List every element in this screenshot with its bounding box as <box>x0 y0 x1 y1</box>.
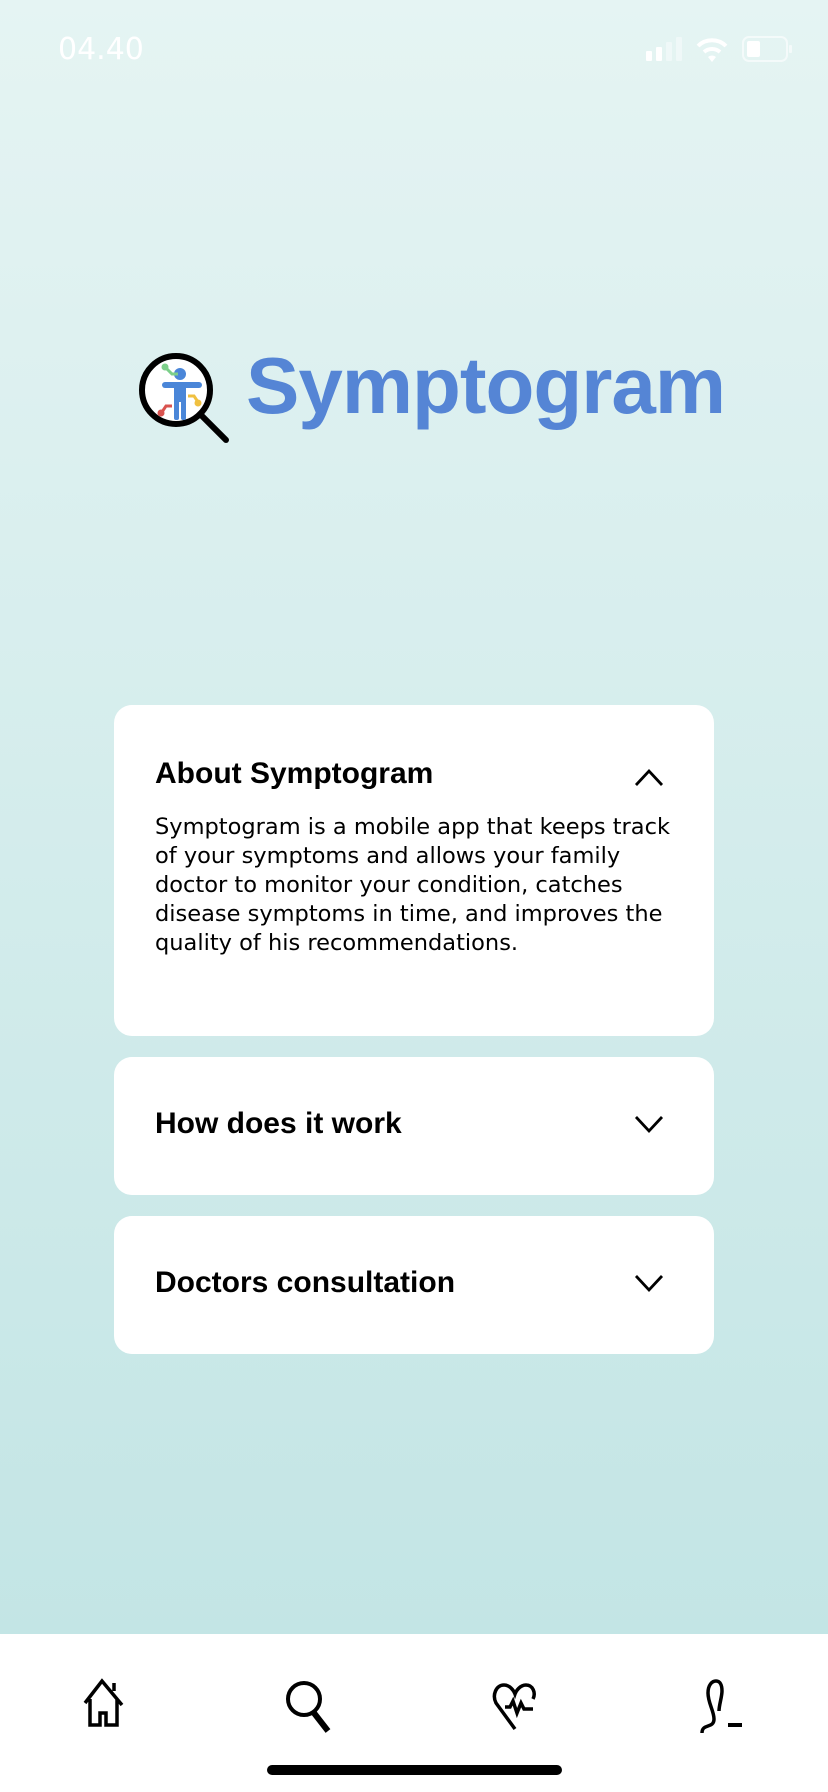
status-time: 04.40 <box>58 32 144 67</box>
logo-magnifier-icon <box>139 353 229 443</box>
accordion-about[interactable]: About Symptogram Symptogram is a mobile … <box>114 705 714 1036</box>
heart-pulse-icon[interactable] <box>488 1677 548 1737</box>
home-indicator[interactable] <box>267 1765 562 1775</box>
accordion-how-it-works[interactable]: How does it work <box>114 1057 714 1195</box>
status-bar: 04.40 <box>0 0 828 100</box>
chevron-down-icon[interactable] <box>634 1274 664 1294</box>
bottom-nav <box>0 1634 828 1792</box>
accordion-title: How does it work <box>155 1107 402 1140</box>
chevron-down-icon[interactable] <box>634 1115 664 1135</box>
battery-icon <box>742 36 792 62</box>
app-title: Symptogram <box>246 341 726 430</box>
home-icon[interactable] <box>75 1677 135 1737</box>
chevron-up-icon[interactable] <box>634 767 664 787</box>
accordion-body: Symptogram is a mobile app that keeps tr… <box>155 814 670 956</box>
accordion-title: About Symptogram <box>155 757 434 790</box>
wifi-icon <box>696 38 728 62</box>
accordion-doctors-consultation[interactable]: Doctors consultation <box>114 1216 714 1354</box>
app-logo: Symptogram <box>136 341 726 446</box>
profile-icon[interactable] <box>698 1677 758 1737</box>
signal-icon <box>646 37 682 61</box>
search-icon[interactable] <box>282 1677 342 1737</box>
accordion-title: Doctors consultation <box>155 1266 456 1299</box>
